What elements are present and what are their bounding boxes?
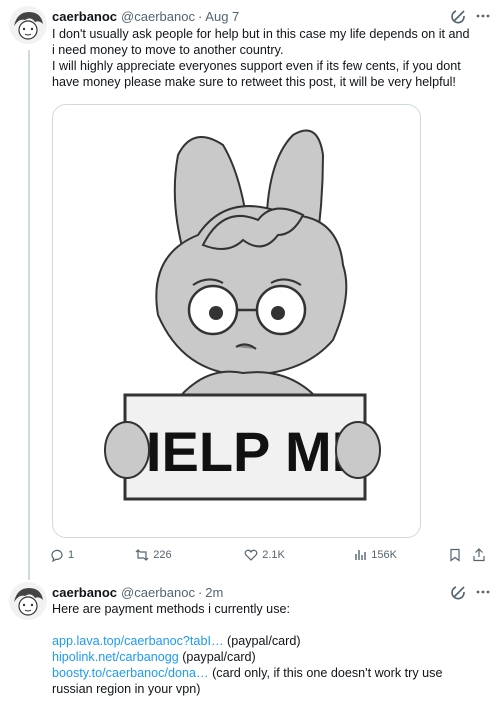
tweet-line: have money please make sure to retweet t… <box>52 75 456 89</box>
avatar[interactable] <box>9 582 47 620</box>
grok-icon[interactable] <box>450 583 468 601</box>
more-icon[interactable] <box>474 583 492 601</box>
user-handle[interactable]: @caerbanoc <box>121 9 195 24</box>
display-name[interactable]: caerbanoc <box>52 585 117 600</box>
payment-link-hipolink[interactable]: hipolink.net/carbanogg <box>52 650 179 664</box>
like-count: 2.1K <box>262 549 285 561</box>
payment-note: (paypal/card) <box>223 634 301 648</box>
like-icon <box>244 549 258 561</box>
thread-line <box>28 50 30 580</box>
timestamp[interactable]: Aug 7 <box>205 9 239 24</box>
help-me-illustration: HELP ME <box>104 129 381 501</box>
tweet-actions: 1 226 2.1K 156K <box>50 545 492 565</box>
tweet-text: Here are payment methods i currently use… <box>52 601 490 697</box>
tweet-image[interactable]: HELP ME <box>52 104 421 538</box>
tweet-header: caerbanoc @caerbanoc · 2m <box>52 582 492 602</box>
payment-link-row: hipolink.net/carbanogg (paypal/card) <box>52 649 490 665</box>
bookmark-icon <box>450 548 461 562</box>
payment-link-row: app.lava.top/caerbanoc?tabI… (paypal/car… <box>52 633 490 649</box>
tweet-line: i need money to move to another country. <box>52 43 284 57</box>
views-button[interactable]: 156K <box>353 548 448 562</box>
payment-link-lava[interactable]: app.lava.top/caerbanoc?tabI… <box>52 634 224 648</box>
retweet-icon <box>135 549 149 561</box>
retweet-count: 226 <box>153 549 172 561</box>
tweet-text: I don't usually ask people for help but … <box>52 26 490 90</box>
payment-note: (card only, if this one doesn't work try… <box>208 666 443 680</box>
more-icon[interactable] <box>474 7 492 25</box>
bookmark-button[interactable] <box>448 548 472 562</box>
tweet-intro: Here are payment methods i currently use… <box>52 602 290 616</box>
retweet-button[interactable]: 226 <box>135 548 244 562</box>
tweet-line: I don't usually ask people for help but … <box>52 27 470 41</box>
tweet-continuation: russian region in your vpn) <box>52 682 201 696</box>
user-handle[interactable]: @caerbanoc <box>121 585 195 600</box>
grok-icon[interactable] <box>450 7 468 25</box>
share-button[interactable] <box>472 548 492 562</box>
reply-button[interactable]: 1 <box>50 548 135 562</box>
display-name[interactable]: caerbanoc <box>52 9 117 24</box>
sign-text: HELP ME <box>121 420 369 483</box>
like-button[interactable]: 2.1K <box>244 548 353 562</box>
payment-link-boosty[interactable]: boosty.to/caerbanoc/dona… <box>52 666 209 680</box>
share-icon <box>473 548 485 562</box>
separator-dot: · <box>197 584 203 600</box>
reply-count: 1 <box>68 549 75 561</box>
payment-note: (paypal/card) <box>178 650 256 664</box>
views-count: 156K <box>371 549 397 561</box>
avatar[interactable] <box>9 6 47 44</box>
tweet-line: I will highly appreciate everyones suppo… <box>52 59 461 73</box>
separator-dot: · <box>197 8 203 24</box>
reply-icon <box>51 549 63 562</box>
views-icon <box>355 550 366 560</box>
timestamp[interactable]: 2m <box>205 585 223 600</box>
tweet-header: caerbanoc @caerbanoc · Aug 7 <box>52 6 492 26</box>
payment-link-row: boosty.to/caerbanoc/dona… (card only, if… <box>52 665 490 681</box>
